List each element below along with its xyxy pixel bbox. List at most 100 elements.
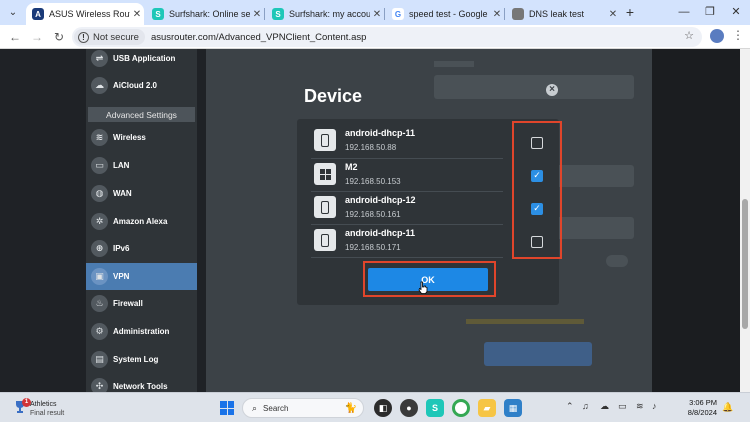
tab-surfshark-online-security[interactable]: S Surfshark: Online securit ✕	[146, 3, 264, 25]
tools-icon: ✣	[91, 378, 108, 392]
sidebar-item-wireless[interactable]: ≋ Wireless	[86, 124, 197, 151]
restore-window-icon[interactable]: ❐	[702, 4, 718, 21]
bookmark-star-icon[interactable]: ☆	[684, 29, 694, 42]
background-label	[434, 61, 474, 67]
device-checkbox[interactable]: ✓	[531, 203, 543, 215]
wifi-icon: ≋	[91, 129, 108, 146]
widgets-button[interactable]: 1 Athletics Final result	[10, 398, 105, 420]
show-hidden-icons-chevron-icon[interactable]: ⌃	[566, 401, 574, 412]
sidebar-item-amazon-alexa[interactable]: ✲ Amazon Alexa	[86, 208, 197, 235]
tab-search-chevron-icon[interactable]: ⌄	[4, 4, 22, 21]
clear-field-icon[interactable]: ×	[546, 84, 558, 96]
cloud-sync-icon[interactable]: ☁	[600, 401, 609, 412]
close-tab-icon[interactable]: ✕	[606, 9, 620, 20]
row-divider	[311, 257, 503, 258]
surfshark-favicon-icon: S	[272, 8, 284, 20]
device-row[interactable]: android-dhcp-12 192.168.50.161	[309, 192, 503, 224]
calculator-icon[interactable]: ▦	[504, 399, 522, 417]
taskbar-search-box[interactable]: ⌕ Search 🐈	[242, 398, 364, 418]
sidebar-item-administration[interactable]: ⚙ Administration	[86, 318, 197, 345]
device-checkbox[interactable]: ✓	[531, 170, 543, 182]
tab-google-speed-test[interactable]: G speed test - Google Sea ✕	[386, 3, 504, 25]
clock-date: 8/8/2024	[687, 408, 717, 417]
surfshark-app-icon[interactable]: S	[426, 399, 444, 417]
device-row[interactable]: android-dhcp-11 192.168.50.88	[309, 125, 503, 157]
close-tab-icon[interactable]: ✕	[130, 9, 144, 20]
scrollbar-thumb[interactable]	[742, 199, 748, 329]
phone-icon	[314, 229, 336, 251]
background-apply-button	[484, 342, 592, 366]
close-window-icon[interactable]: ✕	[728, 4, 744, 21]
page-scrollbar[interactable]	[740, 49, 750, 392]
sidebar-item-network-tools[interactable]: ✣ Network Tools	[86, 373, 197, 392]
back-arrow-icon[interactable]: ←	[6, 28, 24, 46]
sidebar-item-label: System Log	[113, 355, 159, 364]
background-toggle	[606, 255, 628, 267]
sidebar-item-usb-application[interactable]: ⇌ USB Application	[86, 49, 197, 72]
close-tab-icon[interactable]: ✕	[370, 9, 384, 20]
device-ip: 192.168.50.88	[345, 143, 397, 152]
page-right-margin	[652, 49, 740, 392]
background-input-field	[434, 75, 634, 99]
device-row[interactable]: M2 192.168.50.153	[309, 159, 503, 191]
widget-subtitle: Final result	[30, 410, 65, 417]
tab-title: Surfshark: Online securit	[169, 9, 250, 19]
bluetooth-headset-icon[interactable]: ♫	[582, 401, 589, 411]
router-sidebar: ⇌ USB Application ☁ AiCloud 2.0 Advanced…	[86, 49, 197, 392]
device-checkbox[interactable]	[531, 236, 543, 248]
sidebar-item-firewall[interactable]: ♨ Firewall	[86, 290, 197, 317]
windows-start-icon[interactable]	[220, 401, 234, 415]
obs-icon[interactable]: ●	[400, 399, 418, 417]
minimize-icon[interactable]: —	[676, 4, 692, 21]
ok-button[interactable]: OK	[368, 268, 488, 291]
device-ip: 192.168.50.153	[345, 177, 401, 186]
sidebar-item-label: Firewall	[113, 299, 143, 308]
sidebar-item-ipv6[interactable]: ⊕ IPv6	[86, 235, 197, 262]
tab-divider	[264, 8, 265, 20]
volume-icon[interactable]: ♪	[652, 401, 657, 411]
device-name: android-dhcp-12	[345, 195, 416, 205]
system-clock[interactable]: 3:06 PM 8/8/2024	[677, 398, 717, 418]
tab-surfshark-account[interactable]: S Surfshark: my account ✕	[266, 3, 384, 25]
wifi-icon[interactable]: ≋	[636, 401, 644, 412]
browser-menu-icon[interactable]: ⋮	[732, 28, 744, 42]
profile-avatar-icon[interactable]	[710, 29, 724, 43]
sidebar-item-aicloud[interactable]: ☁ AiCloud 2.0	[86, 72, 197, 99]
chrome-icon[interactable]	[452, 399, 470, 417]
surfshark-favicon-icon: S	[152, 8, 164, 20]
sidebar-item-system-log[interactable]: ▤ System Log	[86, 346, 197, 373]
reload-icon[interactable]: ↻	[50, 28, 68, 46]
forward-arrow-icon[interactable]: →	[28, 28, 46, 46]
site-info-button[interactable]: ! Not secure	[74, 29, 145, 45]
not-secure-label: Not secure	[93, 31, 139, 43]
device-row[interactable]: android-dhcp-11 192.168.50.171	[309, 225, 503, 257]
dns-leak-favicon-icon	[512, 8, 524, 20]
sidebar-item-vpn[interactable]: ▣ VPN	[86, 263, 197, 290]
url-text[interactable]: asusrouter.com/Advanced_VPNClient_Conten…	[151, 32, 366, 43]
file-explorer-icon[interactable]: ▰	[478, 399, 496, 417]
close-tab-icon[interactable]: ✕	[250, 9, 264, 20]
sidebar-item-wan[interactable]: ◍ WAN	[86, 180, 197, 207]
task-view-icon[interactable]: ◧	[374, 399, 392, 417]
vpn-icon: ▣	[91, 268, 108, 285]
sidebar-item-label: IPv6	[113, 244, 130, 253]
sidebar-item-label: WAN	[113, 189, 132, 198]
address-bar[interactable]: ! Not secure asusrouter.com/Advanced_VPN…	[72, 27, 702, 47]
device-name: M2	[345, 162, 358, 172]
sidebar-item-lan[interactable]: ▭ LAN	[86, 152, 197, 179]
notification-bell-icon[interactable]: 🔔	[722, 402, 736, 414]
background-notice	[466, 319, 584, 324]
close-tab-icon[interactable]: ✕	[490, 9, 504, 20]
tab-title: speed test - Google Sea	[409, 9, 490, 19]
device-checkbox[interactable]	[531, 137, 543, 149]
device-ip: 192.168.50.161	[345, 210, 401, 219]
tab-dns-leak-test[interactable]: DNS leak test ✕	[506, 3, 620, 25]
tab-divider	[384, 8, 385, 20]
google-favicon-icon: G	[392, 8, 404, 20]
tab-asus-router[interactable]: A ASUS Wireless Router RT ✕	[26, 3, 144, 25]
browser-toolbar: ← → ↻ ! Not secure asusrouter.com/Advanc…	[0, 25, 750, 49]
new-tab-plus-icon[interactable]: +	[622, 4, 638, 21]
network-monitor-icon[interactable]: ▭	[618, 401, 627, 412]
phone-icon	[314, 196, 336, 218]
device-name: android-dhcp-11	[345, 228, 416, 238]
